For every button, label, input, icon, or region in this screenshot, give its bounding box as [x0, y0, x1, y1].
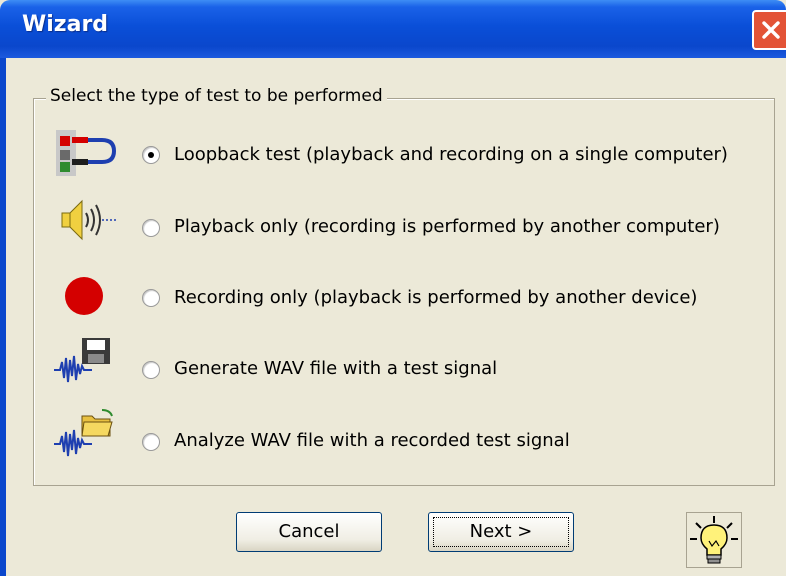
option-label-recording: Recording only (playback is performed by…	[174, 287, 698, 308]
window-title: Wizard	[22, 12, 109, 37]
next-button[interactable]: Next >	[428, 512, 574, 552]
window-frame-left	[0, 58, 6, 576]
speaker-icon	[52, 195, 118, 245]
cancel-button[interactable]: Cancel	[236, 512, 382, 552]
open-wav-icon	[52, 408, 118, 458]
title-bar[interactable]: Wizard	[0, 0, 786, 58]
radio-recording[interactable]	[142, 289, 160, 307]
radio-playback[interactable]	[142, 219, 160, 237]
radio-loopback[interactable]	[142, 146, 160, 164]
close-button[interactable]	[752, 10, 786, 50]
radio-analyze-wav[interactable]	[142, 433, 160, 451]
loopback-cable-icon	[52, 128, 118, 178]
focus-rectangle	[433, 517, 569, 547]
option-label-playback: Playback only (recording is performed by…	[174, 216, 720, 237]
option-label-analyze-wav: Analyze WAV file with a recorded test si…	[174, 430, 570, 451]
lightbulb-icon	[690, 516, 738, 564]
option-label-generate-wav: Generate WAV file with a test signal	[174, 358, 498, 379]
groupbox-label: Select the type of test to be performed	[46, 86, 387, 106]
option-label-loopback: Loopback test (playback and recording on…	[174, 144, 728, 165]
tip-button[interactable]	[686, 512, 742, 568]
save-wav-icon	[52, 336, 118, 386]
radio-selected-dot	[148, 152, 154, 158]
radio-generate-wav[interactable]	[142, 361, 160, 379]
record-icon	[52, 270, 118, 320]
close-icon	[762, 21, 780, 39]
cancel-button-label: Cancel	[278, 521, 340, 542]
